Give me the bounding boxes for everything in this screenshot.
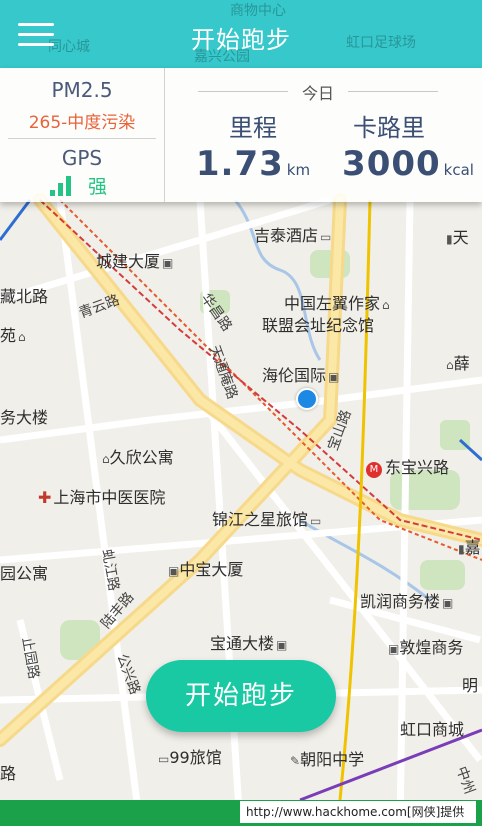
current-location-marker (296, 388, 318, 410)
divider (8, 138, 156, 139)
pm25-value: 265-中度污染 (28, 113, 136, 133)
map-label-kairun: 凯润商务楼 ▣ (360, 592, 454, 611)
gps-label: GPS (61, 146, 103, 170)
environment-panel: PM2.5 265-中度污染 GPS 强 (0, 68, 165, 202)
map-label-wuda: 务大楼 (0, 408, 49, 427)
map-label-lu: 路 (0, 764, 17, 783)
map-label-header-1: 商物中心 (230, 3, 286, 19)
map-label-baotong: 宝通大楼 ▣ (210, 634, 288, 653)
gps-status: 强 (50, 172, 130, 198)
stats-panel: PM2.5 265-中度污染 GPS 强 今日 里程 1.73 km 卡路里 30… (0, 68, 482, 202)
distance-value: 1.73 km (183, 144, 323, 184)
map-label-tcm-hospital: ✚ 上海市中医医院 (38, 488, 166, 507)
map-label-hailun: 海伦国际 ▣ (262, 366, 340, 385)
page-title: 开始跑步 (191, 26, 291, 54)
distance-unit: km (286, 161, 311, 179)
map-label-yuan: 苑 ⌂ (0, 326, 26, 345)
map-label-dunhuang: ▣敦煌商务 (388, 638, 464, 657)
start-running-button[interactable]: 开始跑步 (146, 660, 336, 732)
signal-bars-icon (50, 172, 80, 196)
map-label-tian: ▮天 (446, 228, 469, 247)
map-label-xue: ⌂薛 (446, 354, 470, 373)
calorie-title: 卡路里 (353, 114, 425, 142)
map-label-chengjian-tower: 城建大厦 ▣ (96, 252, 174, 271)
distance-title: 里程 (229, 114, 277, 142)
distance-number: 1.73 (195, 144, 284, 184)
map-label-jiuxin: ⌂久欣公寓 (102, 448, 174, 467)
metro-icon: M (366, 462, 382, 478)
map-label-hotel99: ▭99旅馆 (158, 748, 222, 767)
map-label-jia: ▮嘉 (458, 538, 481, 557)
calorie-unit: kcal (443, 161, 474, 179)
map-label-yuan-gongyu: 园公寓 (0, 564, 49, 583)
gps-strength: 强 (88, 176, 108, 198)
calorie-number: 3000 (342, 144, 441, 184)
watermark-text: http://www.hackhome.com[网侠]提供 (240, 801, 476, 823)
pm25-label: PM2.5 (51, 78, 113, 102)
app-header: 商物中心 同心城 嘉兴公园 虹口足球场 开始跑步 (0, 0, 482, 68)
map-label-jitai-hotel: 吉泰酒店 ▭ (254, 226, 332, 245)
map-label-zuolian2: 联盟会址纪念馆 (262, 316, 375, 335)
hospital-icon: ✚ (38, 488, 52, 507)
map-label-zuolian: 中国左翼作家 ⌂ (284, 294, 390, 313)
map-label-zhongbao: ▣中宝大厦 (168, 560, 244, 579)
calorie-value: 3000 kcal (338, 144, 478, 184)
map-label-dongbaoxing: M 东宝兴路 (366, 454, 449, 478)
today-header: 今日 (198, 80, 466, 103)
map-label-ming: 明 (462, 676, 479, 695)
today-label: 今日 (301, 84, 334, 103)
map-label-chaoyang: ✎朝阳中学 (290, 750, 365, 769)
map-label-jinjiang: 锦江之星旅馆 ▭ (212, 510, 322, 529)
map-label-cangbei: 藏北路 (0, 287, 49, 306)
map-label-hongkou-mall: 虹口商城 (400, 720, 465, 739)
